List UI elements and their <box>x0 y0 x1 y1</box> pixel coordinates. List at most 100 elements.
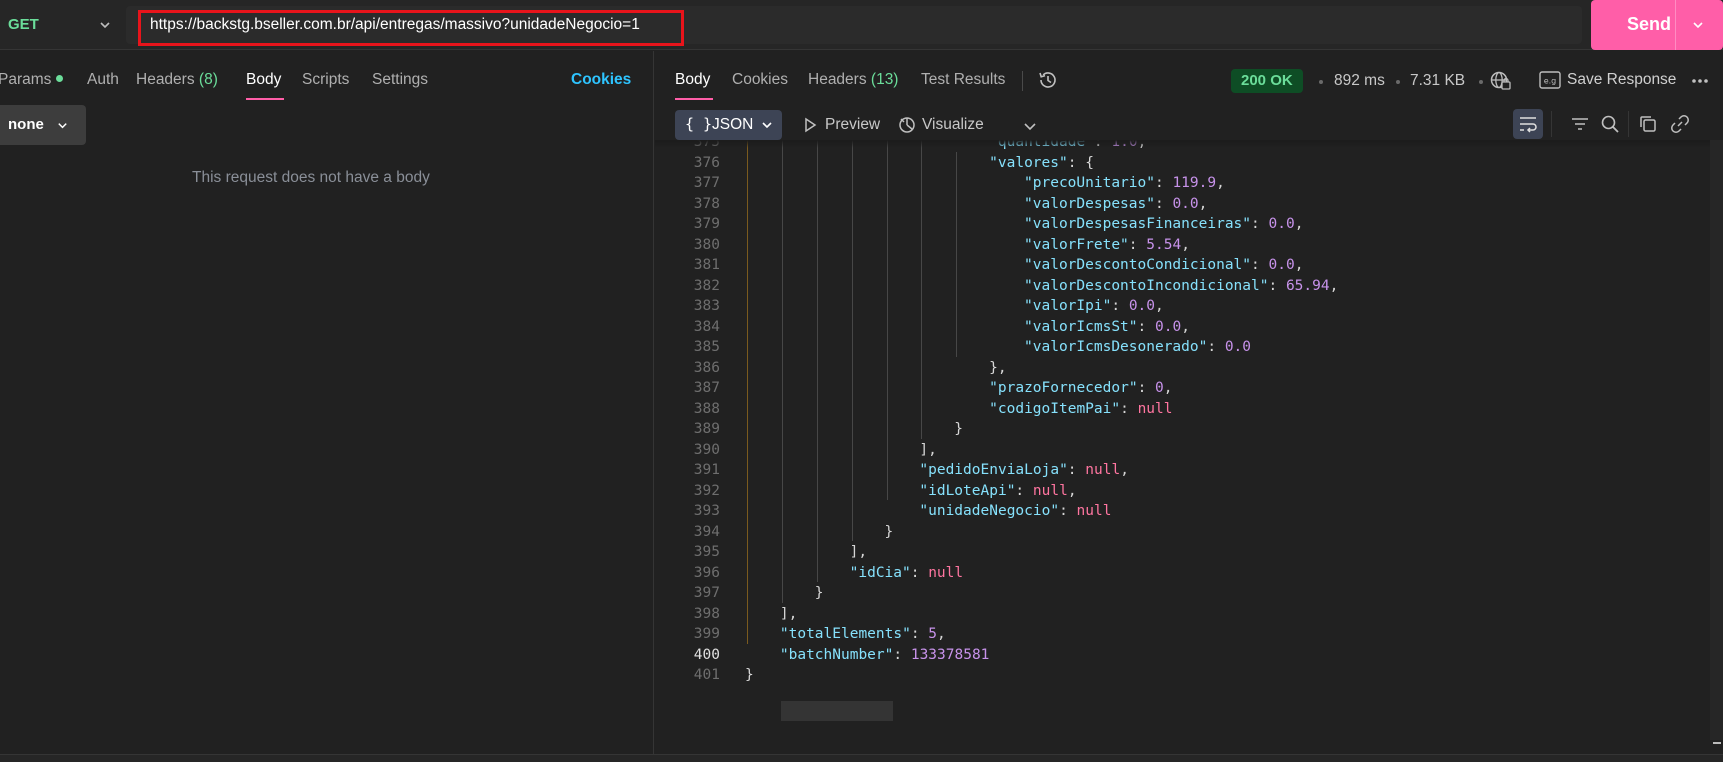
status-bar <box>0 754 1723 762</box>
visualize-icon[interactable] <box>897 115 917 135</box>
cookies-link[interactable]: Cookies <box>571 71 631 89</box>
tab-test-results[interactable]: Test Results <box>921 71 1005 89</box>
code-text: "idCia": null <box>850 562 964 584</box>
json-punctuation: : <box>1128 236 1147 253</box>
line-number: 386 <box>693 359 720 376</box>
preview-button[interactable]: Preview <box>825 116 880 134</box>
code-text: "valorIcmsSt": 0.0, <box>1024 316 1190 338</box>
json-key: "pedidoEnviaLoja" <box>919 462 1068 478</box>
format-label: JSON <box>712 116 754 133</box>
format-select[interactable]: { } JSON <box>675 110 782 140</box>
code-line: 385 "valorIcmsDesonerado": 0.0 <box>655 336 1715 358</box>
json-key: "valorIcmsSt" <box>1024 318 1138 335</box>
json-key: "precoUnitario" <box>1024 175 1155 191</box>
tab-auth[interactable]: Auth <box>87 71 119 89</box>
method-select[interactable]: GET <box>0 0 125 50</box>
code-text: "valorDescontoIncondicional": 65.94, <box>1024 275 1338 297</box>
code-line: 400 "batchNumber": 133378581 <box>655 644 1715 666</box>
save-response-button[interactable]: Save Response <box>1567 71 1676 89</box>
json-number: 0.0 <box>1268 257 1295 273</box>
wrap-lines-button[interactable] <box>1513 109 1543 139</box>
json-punctuation: : <box>1137 380 1156 396</box>
json-key: "valorDescontoIncondicional" <box>1024 277 1269 294</box>
svg-text:e.g: e.g <box>1544 77 1557 86</box>
code-text: "valorIcmsDesonerado": 0.0 <box>1024 336 1251 358</box>
tab-params[interactable]: Params <box>0 71 64 89</box>
meta-separator <box>1396 80 1400 84</box>
tab-headers[interactable]: Headers (8) <box>136 71 218 89</box>
code-text: "codigoItemPai": null <box>989 398 1172 420</box>
line-number: 399 <box>693 626 720 642</box>
visualize-button[interactable]: Visualize <box>922 116 984 134</box>
line-number: 400 <box>693 646 720 663</box>
tab-settings[interactable]: Settings <box>372 71 428 89</box>
json-punctuation: } <box>745 667 754 683</box>
filter-icon[interactable] <box>1570 114 1590 134</box>
json-punctuation: } <box>884 523 894 540</box>
line-number: 383 <box>693 298 720 314</box>
code-line: 386}, <box>655 357 1715 379</box>
json-punctuation: ], <box>849 544 868 560</box>
line-number: 379 <box>693 216 720 232</box>
line-number: 377 <box>693 175 720 191</box>
response-size[interactable]: 7.31 KB <box>1410 72 1465 90</box>
code-text: }, <box>989 357 1006 379</box>
link-icon[interactable] <box>1670 114 1690 134</box>
vertical-scrollbar[interactable] <box>1710 140 1723 740</box>
status-badge[interactable]: 200 OK <box>1231 69 1303 93</box>
tab-scripts[interactable]: Scripts <box>302 71 349 89</box>
tab-count: (8) <box>198 71 218 88</box>
json-number: 0 <box>1155 380 1164 396</box>
tab-response-headers[interactable]: Headers (13) <box>808 71 898 89</box>
more-icon[interactable] <box>1690 71 1710 91</box>
json-key: "totalElements" <box>779 626 911 642</box>
chevron-down-icon[interactable] <box>1020 116 1040 136</box>
search-icon[interactable] <box>1600 114 1620 134</box>
response-json-viewer[interactable]: 375"quantidade": 1.0,376"valores": {377"… <box>655 140 1723 758</box>
json-number: 5.54 <box>1146 236 1182 253</box>
code-line: 380 "valorFrete": 5.54, <box>655 234 1715 256</box>
history-icon[interactable] <box>1037 69 1059 91</box>
code-line: 389} <box>655 418 1715 440</box>
body-type-select[interactable]: none <box>0 105 86 145</box>
json-punctuation: : <box>910 626 929 642</box>
copy-icon[interactable] <box>1638 114 1658 134</box>
json-number: 5 <box>928 626 938 642</box>
json-key: "idLoteApi" <box>919 482 1016 499</box>
json-punctuation: : <box>1251 257 1269 273</box>
code-line: 393 "unidadeNegocio": null <box>655 500 1715 522</box>
line-number: 388 <box>693 400 720 417</box>
active-tab-indicator <box>675 98 713 100</box>
tab-response-body[interactable]: Body <box>675 71 710 89</box>
globe-icon[interactable] <box>1489 69 1511 91</box>
save-icon[interactable]: e.g <box>1539 71 1561 89</box>
code-line: 378 "valorDespesas": 0.0, <box>655 193 1715 215</box>
url-input[interactable]: https://backstg.bseller.com.br/api/entre… <box>150 16 640 34</box>
code-text: "valorDescontoCondicional": 0.0, <box>1024 254 1303 276</box>
line-number: 397 <box>693 585 720 601</box>
request-bar: GET https://backstg.bseller.com.br/api/e… <box>0 0 1723 50</box>
code-text: ], <box>850 541 867 563</box>
tab-body[interactable]: Body <box>246 71 281 89</box>
send-button[interactable]: Send <box>1591 0 1723 50</box>
json-punctuation: : <box>1154 195 1173 212</box>
code-line: 391 "pedidoEnviaLoja": null, <box>655 459 1715 481</box>
response-time[interactable]: 892 ms <box>1334 72 1385 90</box>
scrollbar-thumb[interactable] <box>1713 742 1721 744</box>
json-null: null <box>1137 400 1173 417</box>
json-key: "valorDescontoCondicional" <box>1024 257 1252 273</box>
line-number: 391 <box>693 462 720 478</box>
request-panel: Params Auth Headers (8) Body Scripts Set… <box>0 51 654 762</box>
json-punctuation: : <box>1120 400 1138 417</box>
meta-separator <box>1479 80 1483 84</box>
tab-response-cookies[interactable]: Cookies <box>732 71 788 89</box>
chevron-down-icon[interactable] <box>1691 18 1705 32</box>
code-text: "precoUnitario": 119.9, <box>1024 172 1225 194</box>
eye-icon[interactable] <box>800 115 820 135</box>
tab-label: Headers <box>808 71 867 88</box>
code-text: "batchNumber": 133378581 <box>780 644 990 666</box>
tab-label: Params <box>0 71 52 88</box>
code-line: 379 "valorDespesasFinanceiras": 0.0, <box>655 213 1715 235</box>
line-number: 385 <box>693 339 720 355</box>
line-number: 393 <box>693 503 720 519</box>
